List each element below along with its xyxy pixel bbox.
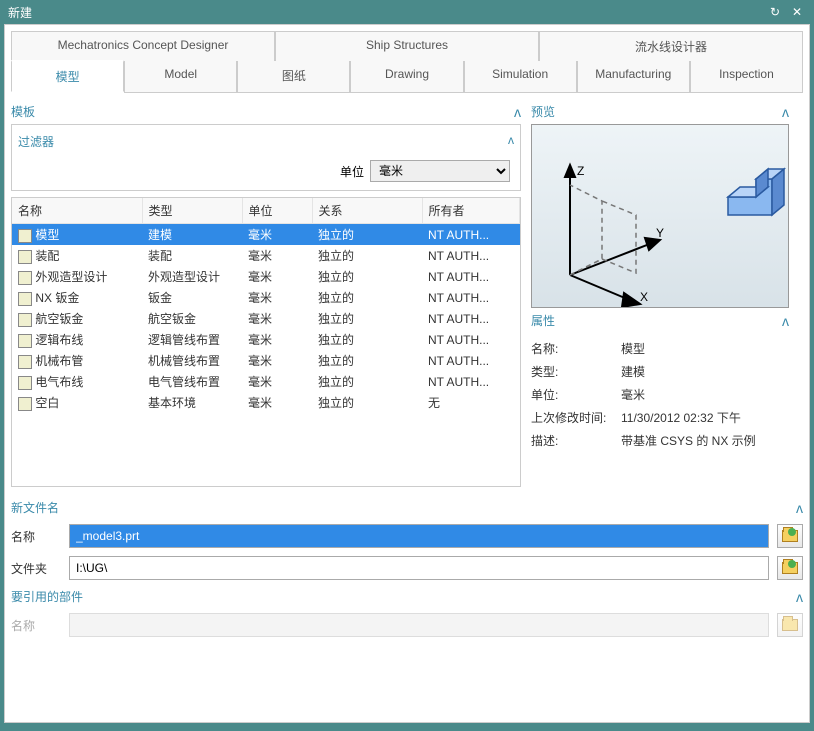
table-row[interactable]: 机械布管机械管线布置毫米独立的NT AUTH... xyxy=(12,350,520,371)
browse-refpart-button xyxy=(777,613,803,637)
sub-tab-3[interactable]: Drawing xyxy=(350,61,463,93)
section-newfile[interactable]: 新文件名 ʌ xyxy=(11,495,803,520)
sub-tab-6[interactable]: Inspection xyxy=(690,61,803,93)
unit-label: 单位 xyxy=(340,163,364,180)
col-unit[interactable]: 单位 xyxy=(242,198,312,224)
file-icon xyxy=(18,271,32,285)
upper-tab-1[interactable]: Ship Structures xyxy=(275,31,539,61)
reset-icon[interactable]: ↻ xyxy=(766,3,784,21)
table-row[interactable]: 模型建模毫米独立的NT AUTH... xyxy=(12,224,520,246)
filename-input[interactable] xyxy=(69,524,769,548)
close-icon[interactable]: ✕ xyxy=(788,3,806,21)
file-icon xyxy=(18,292,32,306)
upper-tab-0[interactable]: Mechatronics Concept Designer xyxy=(11,31,275,61)
svg-text:X: X xyxy=(640,290,648,304)
browse-folder-button[interactable] xyxy=(777,556,803,580)
table-row[interactable]: 逻辑布线逻辑管线布置毫米独立的NT AUTH... xyxy=(12,329,520,350)
sub-tab-5[interactable]: Manufacturing xyxy=(577,61,690,93)
chevron-up-icon: ʌ xyxy=(782,313,789,329)
chevron-up-icon: ʌ xyxy=(796,589,803,605)
unit-select[interactable]: 毫米 xyxy=(370,160,510,182)
file-icon xyxy=(18,376,32,390)
sub-tab-1[interactable]: Model xyxy=(124,61,237,93)
svg-text:Z: Z xyxy=(577,164,584,178)
chevron-up-icon: ʌ xyxy=(796,500,803,516)
section-refparts[interactable]: 要引用的部件 ʌ xyxy=(11,584,803,609)
window-title: 新建 xyxy=(8,4,762,21)
section-template[interactable]: 模板 ʌ xyxy=(11,99,521,124)
section-properties[interactable]: 属性 ʌ xyxy=(531,308,789,333)
section-filter[interactable]: 过滤器 ʌ xyxy=(18,131,514,158)
svg-text:Y: Y xyxy=(656,226,664,240)
file-icon xyxy=(18,229,32,243)
table-row[interactable]: 装配装配毫米独立的NT AUTH... xyxy=(12,245,520,266)
browse-name-button[interactable] xyxy=(777,524,803,548)
upper-tab-2[interactable]: 流水线设计器 xyxy=(539,31,803,61)
table-row[interactable]: 航空钣金航空钣金毫米独立的NT AUTH... xyxy=(12,308,520,329)
template-grid[interactable]: 名称 类型 单位 关系 所有者 模型建模毫米独立的NT AUTH... 装配装配… xyxy=(11,197,521,487)
folder-input[interactable] xyxy=(69,556,769,580)
table-row[interactable]: 电气布线电气管线布置毫米独立的NT AUTH... xyxy=(12,371,520,392)
file-icon xyxy=(18,397,32,411)
file-icon xyxy=(18,334,32,348)
chevron-up-icon: ʌ xyxy=(782,104,789,120)
sub-tab-4[interactable]: Simulation xyxy=(464,61,577,93)
table-row[interactable]: 外观造型设计外观造型设计毫米独立的NT AUTH... xyxy=(12,266,520,287)
file-icon xyxy=(18,250,32,264)
file-icon xyxy=(18,313,32,327)
col-owner[interactable]: 所有者 xyxy=(422,198,520,224)
table-row[interactable]: NX 钣金钣金毫米独立的NT AUTH... xyxy=(12,287,520,308)
titlebar: 新建 ↻ ✕ xyxy=(0,0,814,24)
preview-area: Z Y X xyxy=(531,124,789,308)
col-relation[interactable]: 关系 xyxy=(312,198,422,224)
refpart-input xyxy=(69,613,769,637)
chevron-up-icon: ʌ xyxy=(514,104,521,120)
col-type[interactable]: 类型 xyxy=(142,198,242,224)
chevron-up-icon: ʌ xyxy=(508,133,514,150)
sub-tab-2[interactable]: 图纸 xyxy=(237,61,350,93)
col-name[interactable]: 名称 xyxy=(12,198,142,224)
sub-tab-0[interactable]: 模型 xyxy=(11,60,124,92)
section-preview[interactable]: 预览 ʌ xyxy=(531,99,789,124)
file-icon xyxy=(18,355,32,369)
table-row[interactable]: 空白基本环境毫米独立的无 xyxy=(12,392,520,413)
